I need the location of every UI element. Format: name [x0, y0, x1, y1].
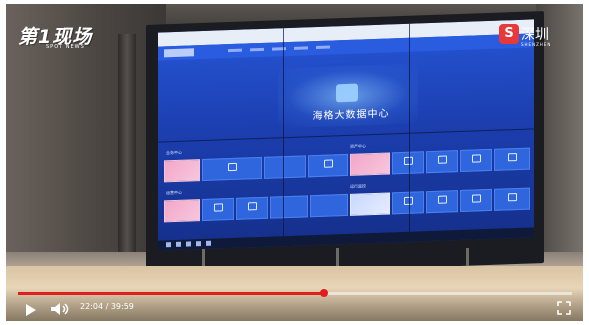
app-icon — [472, 154, 481, 163]
shenzhen-tv-badge: S — [499, 24, 519, 44]
nav-item — [228, 48, 242, 53]
taskbar-icon — [176, 241, 181, 247]
app-tile — [236, 196, 268, 220]
video-wall-screen: 海格大数据中心 业务中心 资产中心 运营中心 运行监控 — [158, 19, 534, 251]
app-icon — [228, 162, 237, 172]
shenzhen-tv-text: 深圳 — [521, 27, 549, 43]
app-tile — [270, 195, 308, 219]
nav-item — [294, 46, 308, 50]
section-label: 运营中心 — [166, 189, 182, 196]
app-tile — [392, 191, 424, 215]
app-tile — [202, 156, 262, 182]
time-display: 22:04 / 39:59 — [80, 302, 134, 311]
cloud-data-icon — [336, 83, 358, 103]
app-icon — [508, 193, 517, 202]
current-time: 22:04 — [80, 302, 104, 311]
volume-icon[interactable] — [50, 302, 70, 316]
progress-knob[interactable] — [319, 289, 328, 297]
progress-fill — [18, 292, 324, 295]
taskbar-icon — [206, 240, 211, 246]
stand-leg — [466, 248, 469, 268]
taskbar-icon — [186, 241, 191, 247]
app-tile — [494, 187, 530, 211]
shenzhen-tv-logo: S 深圳 SHENZHEN — [499, 24, 552, 47]
app-tile — [202, 197, 234, 222]
taskbar-icon — [166, 242, 171, 248]
section-label: 运行监控 — [350, 183, 366, 189]
app-tile — [426, 190, 458, 214]
video-frame: 海格大数据中心 业务中心 资产中心 运营中心 运行监控 第1现场 SPOT NE… — [6, 4, 583, 321]
stand-leg — [202, 248, 205, 268]
taskbar-icon — [196, 241, 201, 247]
screen-brand-mark — [164, 48, 194, 58]
pillar — [118, 34, 136, 274]
app-tile — [460, 148, 492, 173]
app-tile — [310, 193, 348, 218]
app-icon — [508, 153, 517, 162]
section-label: 业务中心 — [166, 149, 182, 156]
app-icon — [438, 155, 447, 164]
app-tile — [392, 151, 424, 175]
app-icon — [438, 195, 447, 204]
app-tile — [308, 153, 348, 178]
app-icon — [324, 159, 333, 168]
fullscreen-icon[interactable] — [557, 301, 571, 315]
play-icon[interactable] — [26, 304, 36, 316]
app-tile — [426, 150, 458, 174]
app-tile — [350, 192, 390, 216]
nav-item — [316, 45, 330, 50]
app-tile — [350, 152, 390, 176]
stand-leg — [336, 248, 339, 268]
nav-item — [250, 47, 264, 52]
app-tile — [264, 155, 306, 179]
shenzhen-tv-sub: SHENZHEN — [521, 42, 552, 47]
app-tile — [164, 159, 200, 183]
section-label: 资产中心 — [350, 143, 366, 149]
time-separator: / — [103, 302, 111, 311]
app-icon — [214, 203, 223, 212]
app-icon — [248, 202, 257, 211]
panel-seam — [158, 128, 534, 143]
app-tile — [164, 199, 200, 223]
spot-news-logo-sub: SPOT NEWS — [46, 44, 85, 50]
duration: 39:59 — [110, 302, 134, 311]
app-tile — [494, 147, 530, 171]
app-icon — [472, 194, 481, 203]
app-tile — [460, 188, 492, 213]
